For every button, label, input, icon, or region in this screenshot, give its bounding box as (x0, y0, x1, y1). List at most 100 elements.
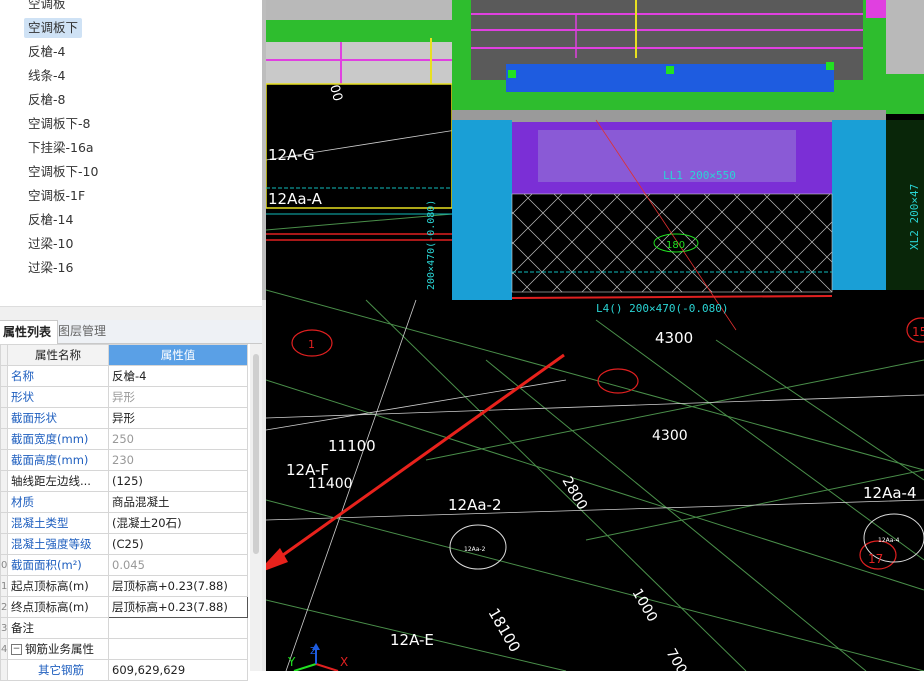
ucs-icon: Y X Z (287, 643, 348, 672)
group-label: 钢筋业务属性 (25, 642, 94, 656)
circle-markers-white (449, 513, 924, 570)
axis-label: 12Aa-2 (448, 496, 502, 514)
component-list-item[interactable]: 空调板下-8 (28, 114, 90, 134)
row-number: 2 (0, 596, 8, 618)
property-row[interactable]: 材质 商品混凝土 (0, 491, 248, 513)
property-value[interactable]: 异形 (108, 386, 248, 408)
component-list-item[interactable]: 过梁-10 (28, 234, 73, 254)
property-value[interactable] (108, 638, 248, 660)
cad-drawing[interactable]: 12A-G 12Aa-A 12A-F 12Aa-2 12Aa-4 12A-E 4… (256, 0, 924, 677)
axis-label: 12Aa-4 (863, 484, 917, 502)
component-list-item[interactable]: 反槍-4 (28, 42, 65, 62)
property-name: 截面高度(mm) (7, 449, 109, 471)
blue-column-right (832, 120, 886, 290)
circle-tag: 12Aa-2 (464, 546, 486, 553)
left-panel: 空调板空调板下反槍-4 线条-4 反槍-8 空调板下-8 下挂梁-16a 空调板下-10 空… (0, 0, 266, 681)
header-property-value: 属性值 (108, 344, 248, 366)
axis-label: 12Aa-A (268, 190, 323, 208)
dimension-label: 18100 (485, 605, 524, 655)
property-row[interactable]: 名称 反槍-4 (0, 365, 248, 387)
axis-label: 12A-G (268, 146, 315, 164)
property-row[interactable]: 2 终点顶标高(m) 层顶标高+0.23(7.88) (0, 596, 248, 618)
row-number (0, 533, 8, 555)
property-row[interactable]: 轴线距左边线... (125) (0, 470, 248, 492)
dimension-label: 4300 (652, 428, 688, 444)
property-value[interactable]: 层顶标高+0.23(7.88) (108, 575, 248, 597)
property-value[interactable]: 250 (108, 428, 248, 450)
row-number (0, 407, 8, 429)
property-tabs: 属性列表 图层管理 (0, 320, 262, 344)
row-number (0, 386, 8, 408)
property-name: 截面面积(m²) (7, 554, 109, 576)
property-row[interactable]: 截面宽度(mm) 250 (0, 428, 248, 450)
property-row[interactable]: 截面形状 异形 (0, 407, 248, 429)
row-number: 3 (0, 617, 8, 639)
property-row[interactable]: 混凝土类型 (混凝土20石) (0, 512, 248, 534)
circle-tag: 17 (868, 552, 883, 566)
property-name: 截面形状 (7, 407, 109, 429)
property-name: 起点顶标高(m) (7, 575, 109, 597)
blue-column-left (452, 120, 512, 300)
component-list-item[interactable]: 空调板下 (24, 18, 83, 38)
property-value[interactable]: (C25) (108, 533, 248, 555)
component-list-item[interactable]: 空调板-1F (28, 186, 85, 206)
property-name: 形状 (7, 386, 109, 408)
property-value[interactable]: 层顶标高+0.23(7.88) (108, 596, 248, 618)
dimension-label: 1000 (629, 586, 661, 625)
component-list-item[interactable]: 线条-4 (28, 66, 65, 86)
property-row[interactable]: 0 截面面积(m²) 0.045 (0, 554, 248, 576)
dimension-label: 700 (663, 646, 690, 671)
property-value[interactable]: 609,629,629 (108, 659, 248, 681)
property-row[interactable]: 混凝土强度等级 (C25) (0, 533, 248, 555)
tab-layers[interactable]: 图层管理 (52, 320, 112, 343)
property-name: − 钢筋业务属性 (7, 638, 109, 660)
cad-viewport[interactable]: 12A-G 12Aa-A 12A-F 12Aa-2 12Aa-4 12A-E 4… (256, 0, 924, 677)
property-row[interactable]: 4− 钢筋业务属性 (0, 638, 248, 660)
row-number-header (0, 344, 8, 366)
component-list-item[interactable]: 空调板 (28, 0, 66, 14)
component-list-item[interactable]: 空调板下-10 (28, 162, 98, 182)
property-row[interactable]: 1 起点顶标高(m) 层顶标高+0.23(7.88) (0, 575, 248, 597)
component-list-item[interactable]: 过梁-16 (28, 258, 73, 278)
row-number (0, 512, 8, 534)
property-value[interactable]: 商品混凝土 (108, 491, 248, 513)
property-row[interactable]: 截面高度(mm) 230 (0, 449, 248, 471)
grid-scrollbar[interactable] (250, 344, 262, 671)
property-value[interactable]: 230 (108, 449, 248, 471)
property-name: 备注 (7, 617, 109, 639)
row-number: 4 (0, 638, 8, 660)
property-name: 截面宽度(mm) (7, 428, 109, 450)
row-number (0, 365, 8, 387)
property-row[interactable]: 形状 异形 (0, 386, 248, 408)
property-name: 其它钢筋 (7, 659, 109, 681)
panel-splitter[interactable] (0, 306, 262, 321)
property-value[interactable]: (混凝土20石) (108, 512, 248, 534)
dimension-label: 4300 (655, 329, 693, 347)
collapse-icon[interactable]: − (11, 644, 22, 655)
property-value[interactable]: 0.045 (108, 554, 248, 576)
left-green-wall (266, 20, 452, 42)
beam-label: LL1 200×550 (663, 169, 736, 182)
property-row[interactable]: 3 备注 (0, 617, 248, 639)
property-value[interactable]: 异形 (108, 407, 248, 429)
tab-properties[interactable]: 属性列表 (0, 320, 59, 344)
property-value[interactable]: (125) (108, 470, 248, 492)
property-name: 混凝土强度等级 (7, 533, 109, 555)
ucs-x-label: X (340, 655, 348, 669)
component-list-item[interactable]: 反槍-8 (28, 90, 65, 110)
component-list-item[interactable]: 反槍-14 (28, 210, 73, 230)
property-name: 混凝土类型 (7, 512, 109, 534)
row-number (0, 470, 8, 492)
property-value[interactable] (108, 617, 248, 639)
property-value[interactable]: 反槍-4 (108, 365, 248, 387)
property-row[interactable]: 其它钢筋 609,629,629 (0, 659, 248, 681)
dimension-label: 11100 (328, 437, 376, 455)
ucs-y-label: Y (287, 655, 296, 669)
beam-label: 180 (666, 240, 685, 251)
axis-label: 12A-E (390, 631, 434, 649)
property-name: 名称 (7, 365, 109, 387)
circle-tag: 15 (912, 325, 924, 339)
ucs-z-label: Z (310, 646, 317, 657)
row-number (0, 491, 8, 513)
component-list-item[interactable]: 下挂梁-16a (28, 138, 94, 158)
